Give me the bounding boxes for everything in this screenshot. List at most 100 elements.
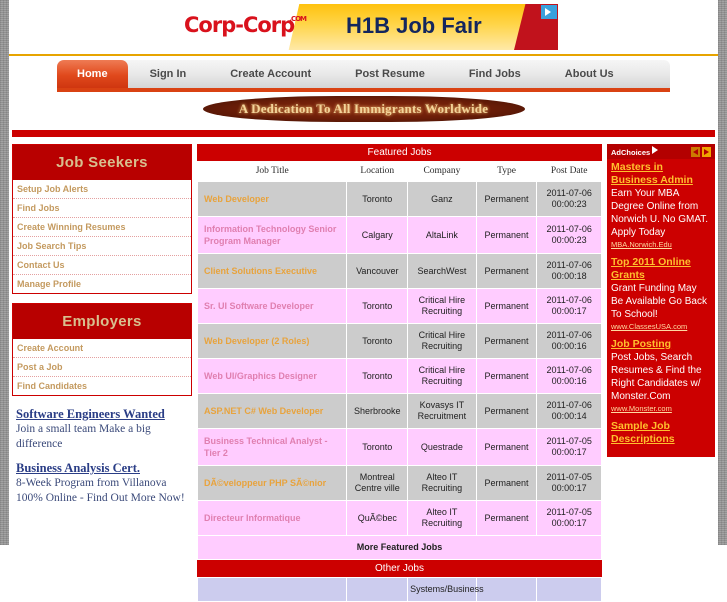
right-ad-3-url[interactable]: www.Monster.com bbox=[611, 404, 711, 413]
banner-title: H1B Job Fair bbox=[346, 13, 482, 38]
cell-company: Questrade bbox=[407, 428, 477, 466]
page-left-margin bbox=[0, 0, 9, 545]
cell-job-title[interactable]: Web Developer bbox=[196, 181, 348, 217]
cell-type: Permanent bbox=[475, 393, 538, 429]
cell-location: Sherbrooke bbox=[346, 393, 409, 429]
table-row[interactable]: ASP.NET C# Web Developer Sherbrooke Kovasy… bbox=[196, 393, 602, 429]
sidebar-item-job-search-tips[interactable]: Job Search Tips bbox=[13, 237, 191, 256]
sidebar-item-setup-job-alerts[interactable]: Setup Job Alerts bbox=[13, 180, 191, 199]
sidebar-item-create-account[interactable]: Create Account bbox=[13, 339, 191, 358]
sidebar-item-find-jobs[interactable]: Find Jobs bbox=[13, 199, 191, 218]
h1b-job-fair-banner[interactable]: Corp-Corp .COM H1B Job Fair bbox=[178, 4, 559, 50]
cell-type: Permanent bbox=[475, 288, 538, 324]
cell-post-date bbox=[536, 577, 602, 602]
cell-job-title[interactable]: Directeur Informatique bbox=[196, 500, 348, 536]
column-header-company[interactable]: Company bbox=[407, 161, 477, 182]
left-ad-1-title[interactable]: Software Engineers Wanted bbox=[16, 407, 188, 422]
cell-post-date: 2011-07-06 00:00:17 bbox=[536, 288, 602, 324]
cell-location: Toronto bbox=[346, 181, 409, 217]
table-row[interactable]: DÃ©veloppeur PHP SÃ©nior Montreal Centre … bbox=[196, 465, 602, 501]
right-sidebar-ads: AdChoices Masters in Business Admin Earn… bbox=[607, 144, 715, 457]
sidebar-item-post-a-job[interactable]: Post a Job bbox=[13, 358, 191, 377]
cell-job-title[interactable]: ASP.NET C# Web Developer bbox=[196, 393, 348, 429]
left-ad-2-body: 8-Week Program from Villanova 100% Onlin… bbox=[16, 477, 185, 504]
nav-item-create-account[interactable]: Create Account bbox=[208, 60, 333, 88]
table-row[interactable]: Web Developer Toronto Ganz Permanent 2011-07… bbox=[196, 181, 602, 217]
table-row[interactable]: Web UI/Graphics Designer Toronto Critical … bbox=[196, 358, 602, 394]
cell-post-date: 2011-07-06 00:00:18 bbox=[536, 253, 602, 289]
cell-type: Permanent bbox=[475, 465, 538, 501]
right-ad-3-body: Post Jobs, Search Resumes & Find the Rig… bbox=[611, 352, 702, 402]
table-row[interactable]: Directeur Informatique QuÃ©bec Alteo IT Re… bbox=[196, 500, 602, 536]
chevron-right-icon[interactable] bbox=[702, 146, 711, 157]
left-ad-2-title[interactable]: Business Analysis Cert. bbox=[16, 461, 188, 476]
ad-choices-triangle-icon[interactable] bbox=[541, 5, 557, 19]
main-navigation: Home Sign In Create Account Post Resume … bbox=[57, 60, 670, 92]
table-row[interactable]: Web Developer (2 Roles) Toronto Critical H… bbox=[196, 323, 602, 359]
cell-location: Toronto bbox=[346, 358, 409, 394]
nav-item-about-us[interactable]: About Us bbox=[543, 60, 636, 88]
cell-job-title[interactable]: Sr. UI Software Developer bbox=[196, 288, 348, 324]
corp-corp-logo-dotcom: .COM bbox=[289, 15, 307, 23]
right-ad-1-title[interactable]: Masters in Business Admin bbox=[611, 161, 711, 187]
featured-jobs-heading: Featured Jobs bbox=[197, 144, 602, 161]
nav-item-post-resume[interactable]: Post Resume bbox=[333, 60, 447, 88]
cell-company: Critical Hire Recruiting bbox=[407, 288, 477, 324]
cell-company: SearchWest bbox=[407, 253, 477, 289]
employers-panel: Employers Create Account Post a Job Find… bbox=[12, 303, 192, 396]
nav-item-find-jobs[interactable]: Find Jobs bbox=[447, 60, 543, 88]
cell-job-title[interactable]: Business Technical Analyst - Tier 2 bbox=[196, 428, 348, 466]
page-content: Job Seekers Setup Job Alerts Find Jobs C… bbox=[9, 137, 718, 602]
page-wrapper: Corp-Corp .COM H1B Job Fair Home Sign In… bbox=[9, 0, 718, 602]
right-ad-2-url[interactable]: www.ClassesUSA.com bbox=[611, 322, 711, 331]
page-right-margin bbox=[718, 0, 727, 545]
cell-location: Vancouver bbox=[346, 253, 409, 289]
cell-location: Toronto bbox=[346, 428, 409, 466]
table-row[interactable]: Information Technology Senior Program Ma… bbox=[196, 216, 602, 254]
cell-job-title[interactable]: Web Developer (2 Roles) bbox=[196, 323, 348, 359]
red-divider bbox=[12, 130, 715, 137]
cell-type: Permanent bbox=[475, 323, 538, 359]
right-ad-4: Sample Job Descriptions bbox=[611, 420, 711, 446]
right-ad-1-url[interactable]: MBA.Norwich.Edu bbox=[611, 240, 711, 249]
sidebar-item-find-candidates[interactable]: Find Candidates bbox=[13, 377, 191, 395]
table-row-more: More Featured Jobs bbox=[197, 535, 602, 560]
right-ad-3: Job Posting Post Jobs, Search Resumes & … bbox=[611, 338, 711, 413]
table-row[interactable]: Business Technical Analyst - Tier 2 Toron… bbox=[196, 428, 602, 466]
sidebar-item-contact-us[interactable]: Contact Us bbox=[13, 256, 191, 275]
right-ad-2-title[interactable]: Top 2011 Online Grants bbox=[611, 256, 711, 282]
cell-company: Systems/Business bbox=[407, 577, 484, 602]
sidebar-item-create-winning-resumes[interactable]: Create Winning Resumes bbox=[13, 218, 191, 237]
cell-job-title[interactable]: Information Technology Senior Program Ma… bbox=[196, 216, 348, 254]
right-ad-3-title[interactable]: Job Posting bbox=[611, 338, 711, 351]
adchoices-triangle-icon[interactable] bbox=[652, 146, 660, 155]
column-header-post-date[interactable]: Post Date bbox=[536, 161, 602, 182]
nav-item-home[interactable]: Home bbox=[57, 60, 128, 88]
cell-type: Permanent bbox=[475, 253, 538, 289]
corp-corp-logo[interactable]: Corp-Corp .COM bbox=[184, 10, 307, 40]
more-featured-jobs-link[interactable]: More Featured Jobs bbox=[197, 535, 602, 560]
other-jobs-table-body: Systems/Business bbox=[196, 577, 602, 602]
employers-panel-title: Employers bbox=[13, 304, 191, 339]
column-header-location[interactable]: Location bbox=[346, 161, 408, 182]
column-header-job-title[interactable]: Job Title bbox=[197, 161, 347, 182]
right-ad-4-title[interactable]: Sample Job Descriptions bbox=[611, 420, 711, 446]
table-row[interactable]: Systems/Business bbox=[196, 577, 602, 602]
other-jobs-table: Systems/Business bbox=[196, 577, 602, 602]
cell-location bbox=[346, 577, 409, 602]
table-row[interactable]: Client Solutions Executive Vancouver Searc… bbox=[196, 253, 602, 289]
cell-company: Critical Hire Recruiting bbox=[407, 323, 477, 359]
cell-job-title[interactable]: Web UI/Graphics Designer bbox=[196, 358, 348, 394]
column-header-type[interactable]: Type bbox=[476, 161, 537, 182]
ad-carousel-arrows bbox=[691, 146, 711, 157]
nav-item-sign-in[interactable]: Sign In bbox=[128, 60, 209, 88]
cell-job-title[interactable]: DÃ©veloppeur PHP SÃ©nior bbox=[196, 465, 348, 501]
sidebar-item-manage-profile[interactable]: Manage Profile bbox=[13, 275, 191, 293]
table-row[interactable]: Sr. UI Software Developer Toronto Critical… bbox=[196, 288, 602, 324]
cell-location: Toronto bbox=[346, 288, 409, 324]
chevron-left-icon[interactable] bbox=[691, 146, 700, 157]
cell-job-title[interactable] bbox=[196, 577, 348, 602]
cell-location: QuÃ©bec bbox=[346, 500, 409, 536]
tagline-band: A Dedication To All Immigrants Worldwide bbox=[9, 92, 718, 128]
cell-job-title[interactable]: Client Solutions Executive bbox=[196, 253, 348, 289]
